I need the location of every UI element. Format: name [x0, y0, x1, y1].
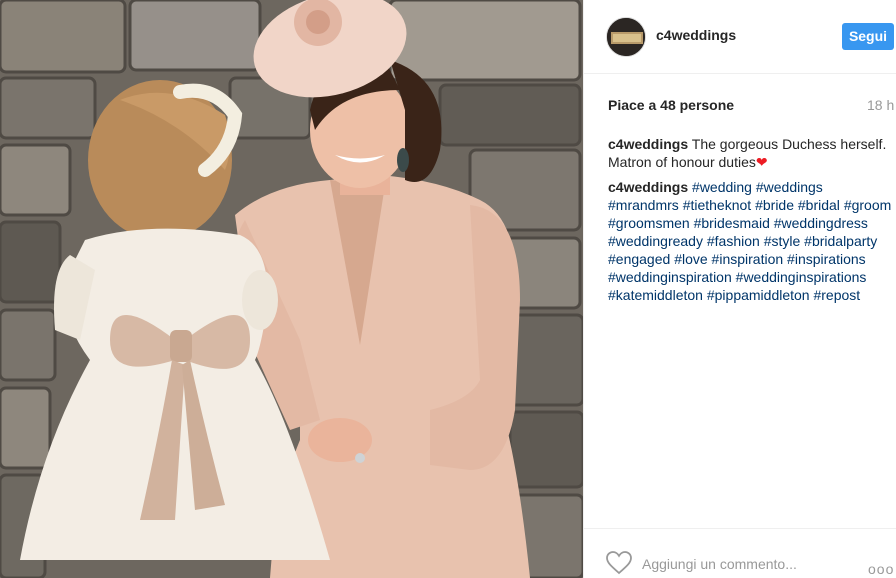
hashtag-link[interactable]: #inspiration [712, 251, 784, 267]
hashtag-link[interactable]: #wedding [692, 179, 752, 195]
photo-illustration [0, 0, 583, 578]
hashtag-link[interactable]: #repost [813, 287, 860, 303]
hashtag-link[interactable]: #weddings [756, 179, 823, 195]
more-options-icon[interactable]: ooo [868, 561, 894, 577]
hashtag-link[interactable]: #mrandmrs [608, 197, 679, 213]
comment-author[interactable]: c4weddings [608, 179, 688, 195]
post-photo[interactable] [0, 0, 583, 578]
hashtag-link[interactable]: #groomsmen [608, 215, 690, 231]
hashtag-link[interactable]: #bridesmaid [694, 215, 770, 231]
hashtag-link[interactable]: #katemiddleton [608, 287, 703, 303]
caption-comment: c4weddings The gorgeous Duchess herself.… [608, 135, 893, 171]
comment-input[interactable] [642, 554, 852, 574]
hashtag-link[interactable]: #bridalparty [804, 233, 877, 249]
avatar[interactable] [606, 17, 646, 57]
hashtags-comment: c4weddings #wedding #weddings #mrandmrs … [608, 178, 893, 304]
heart-outline-icon[interactable] [606, 551, 632, 575]
post-header: c4weddings Segui [584, 0, 896, 74]
follow-button[interactable]: Segui [842, 23, 894, 50]
hashtag-link[interactable]: #style [764, 233, 801, 249]
hashtag-link[interactable]: #bridal [798, 197, 840, 213]
hashtag-link[interactable]: #weddingdress [774, 215, 868, 231]
hashtag-link[interactable]: #bride [755, 197, 794, 213]
hashtag-link[interactable]: #pippamiddleton [707, 287, 810, 303]
hashtag-link[interactable]: #weddingready [608, 233, 703, 249]
likes-count[interactable]: Piace a 48 persone [608, 97, 734, 113]
hashtag-link[interactable]: #engaged [608, 251, 670, 267]
hashtag-link[interactable]: #fashion [707, 233, 760, 249]
post-footer: ooo [584, 528, 896, 578]
hashtag-link[interactable]: #weddinginspiration [608, 269, 732, 285]
hashtag-list: #wedding #weddings #mrandmrs #tietheknot… [608, 179, 891, 303]
hashtag-link[interactable]: #groom [844, 197, 891, 213]
username[interactable]: c4weddings [656, 27, 736, 43]
post-time[interactable]: 18 h [867, 97, 894, 113]
hashtag-link[interactable]: #love [674, 251, 707, 267]
hashtag-link[interactable]: #weddinginspirations [736, 269, 867, 285]
comments-list: c4weddings The gorgeous Duchess herself.… [608, 135, 893, 311]
hashtag-link[interactable]: #tietheknot [683, 197, 752, 213]
heart-emoji-icon: ❤ [755, 154, 768, 170]
post-details-panel: c4weddings Segui Piace a 48 persone 18 h… [583, 0, 896, 578]
comment-author[interactable]: c4weddings [608, 136, 688, 152]
avatar-image [607, 18, 645, 56]
hashtag-link[interactable]: #inspirations [787, 251, 866, 267]
